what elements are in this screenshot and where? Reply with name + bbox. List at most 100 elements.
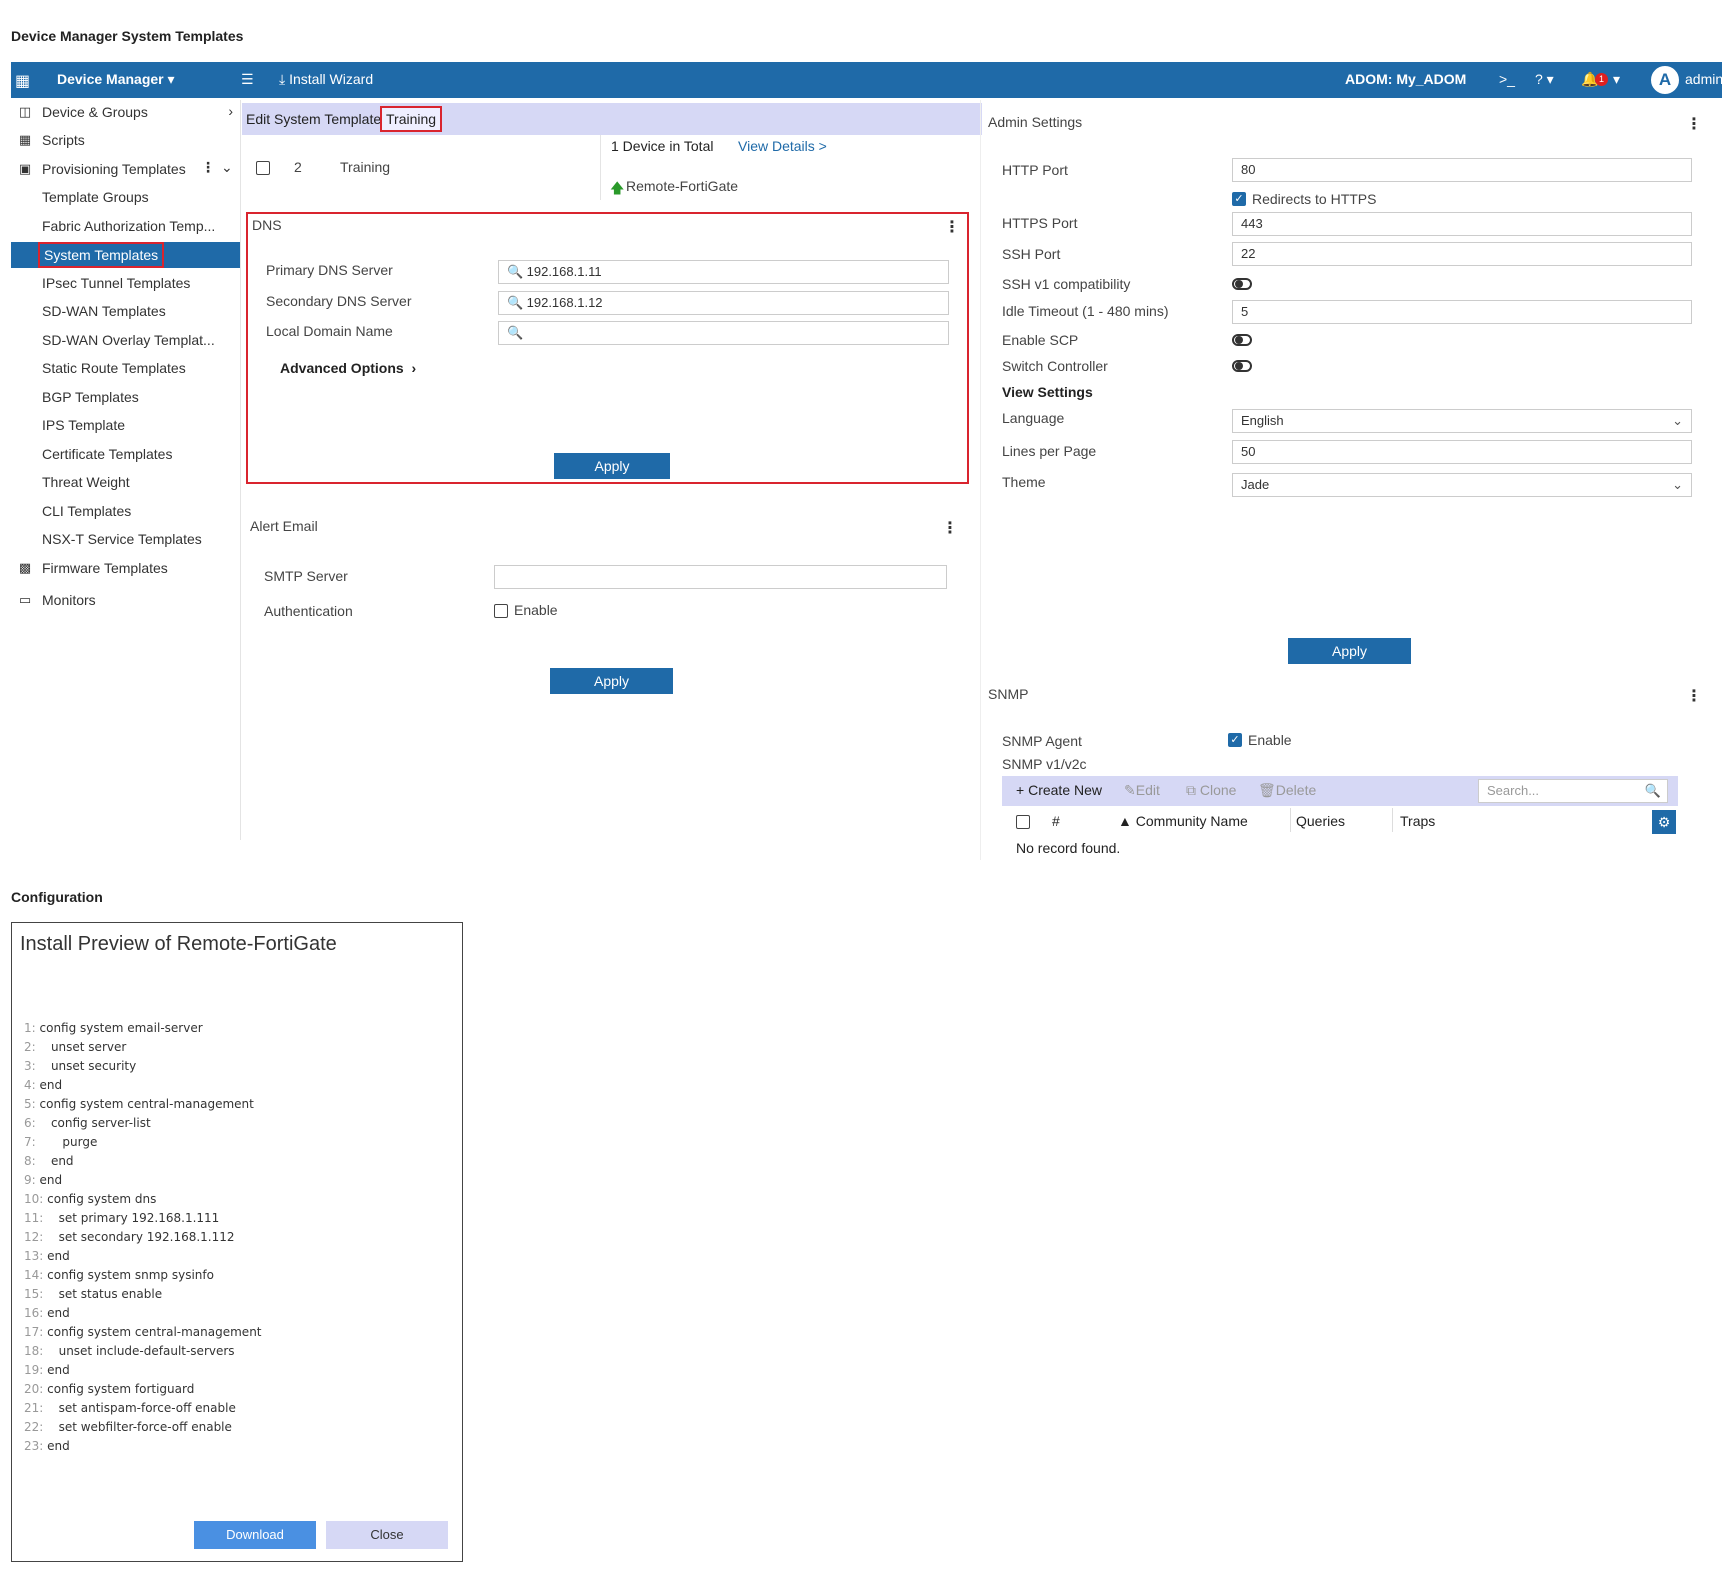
download-button[interactable]: Download [194,1521,316,1549]
idle-timeout-input[interactable]: 5 [1232,300,1692,324]
view-settings-heading: View Settings [1002,384,1093,400]
line-text: config server-list [39,1116,151,1130]
help-icon[interactable]: ? ▾ [1535,71,1554,88]
sidebar-item-static-route[interactable]: Static Route Templates [11,356,241,382]
row-number: 2 [294,159,302,175]
col-community-name[interactable]: ▲ Community Name [1118,813,1248,829]
sidebar-item-sdwan-templates[interactable]: SD-WAN Templates [11,299,241,325]
create-new-button[interactable]: + Create New [1016,782,1102,798]
device-manager-menu[interactable]: Device Manager ▾ [57,71,175,88]
snmp-agent-label: SNMP Agent [1002,733,1082,749]
row-checkbox[interactable] [256,161,270,175]
enable-scp-toggle[interactable] [1232,334,1252,346]
line-text: config system snmp sysinfo [47,1268,214,1282]
http-port-input[interactable]: 80 [1232,158,1692,182]
line-text: set primary 192.168.1.111 [47,1211,220,1225]
lines-per-page-input[interactable]: 50 [1232,440,1692,464]
search-icon: 🔍 [507,264,524,279]
adom-selector[interactable]: ADOM: My_ADOM [1345,71,1466,87]
chevron-down-icon[interactable]: ⌄ [221,159,233,176]
switch-controller-toggle[interactable] [1232,360,1252,372]
line-text: config system fortiguard [47,1382,195,1396]
admin-apply-button[interactable]: Apply [1288,638,1411,664]
avatar[interactable]: A [1651,66,1679,94]
cli-console-icon[interactable]: >_ [1499,71,1515,87]
https-port-label: HTTPS Port [1002,215,1078,231]
config-line: 14: config system snmp sysinfo [24,1268,214,1282]
snmp-agent-checkbox[interactable]: ✓ [1228,733,1242,747]
line-number: 2: [24,1040,40,1054]
sidebar-item-bgp[interactable]: BGP Templates [11,385,241,411]
sidebar-item-sdwan-overlay[interactable]: SD-WAN Overlay Templat... [11,328,241,354]
sidebar-item-template-groups[interactable]: Template Groups [11,185,241,211]
sidebar-item-threat-weight[interactable]: Threat Weight [11,470,241,496]
sidebar-item-scripts[interactable]: ▦ Scripts [11,128,241,154]
sidebar-item-certificate[interactable]: Certificate Templates [11,442,241,468]
admin-kebab-icon[interactable]: ⋮ [1686,114,1702,134]
snmp-search-input[interactable]: Search... 🔍 [1478,779,1668,803]
line-number: 14: [24,1268,48,1282]
install-wizard-button[interactable]: ⤓ Install Wizard [279,71,373,88]
authentication-checkbox[interactable] [494,604,508,618]
dns-apply-button[interactable]: Apply [554,453,670,479]
sidebar-item-cli-templates[interactable]: CLI Templates [11,499,241,525]
close-button[interactable]: Close [326,1521,448,1549]
app-grid-icon[interactable]: ▦ [15,71,30,91]
smtp-server-input[interactable] [494,565,947,589]
line-text: config system email-server [39,1021,203,1035]
line-number: 17: [24,1325,48,1339]
edit-button[interactable]: ✎Edit [1124,782,1160,799]
line-text: set status enable [47,1287,163,1301]
sidebar-item-device-groups[interactable]: ◫ Device & Groups › [11,100,241,126]
config-line: 5: config system central-management [24,1097,254,1111]
device-icon: ◫ [18,104,32,119]
ssh-port-input[interactable]: 22 [1232,242,1692,266]
theme-select[interactable]: Jade ⌄ [1232,473,1692,497]
trash-icon: 🗑 [1258,782,1276,798]
config-line: 23: end [24,1439,70,1453]
view-details-link[interactable]: View Details > [738,138,827,154]
snmp-kebab-icon[interactable]: ⋮ [1686,686,1702,706]
alert-email-kebab-icon[interactable]: ⋮ [942,518,958,538]
device-name[interactable]: Remote-FortiGate [626,178,738,194]
sidebar-item-firmware[interactable]: ▩ Firmware Templates [11,556,241,582]
kebab-icon[interactable]: ⋮ [201,159,215,176]
sidebar-item-fabric-authorization[interactable]: Fabric Authorization Temp... [11,214,241,240]
sidebar-item-nsxt-service[interactable]: NSX-T Service Templates [11,527,241,553]
dns-kebab-icon[interactable]: ⋮ [944,217,960,237]
sidebar-item-provisioning-templates[interactable]: ▣ Provisioning Templates ⋮ ⌄ [11,157,241,183]
local-domain-input[interactable]: 🔍 [498,321,949,345]
line-number: 16: [24,1306,48,1320]
advanced-options-toggle[interactable]: Advanced Options › [280,360,416,376]
top-bar: ▦ Device Manager ▾ ☰ ⤓ Install Wizard AD… [11,62,1722,98]
admin-settings-title: Admin Settings [988,114,1083,130]
delete-button[interactable]: 🗑Delete [1258,782,1316,799]
notification-dropdown-icon[interactable]: ▾ [1613,71,1620,88]
primary-dns-input[interactable]: 🔍 192.168.1.11 [498,260,949,284]
redirect-https-checkbox[interactable]: ✓ [1232,192,1246,206]
line-number: 10: [24,1192,48,1206]
sidebar-divider [240,100,241,840]
alert-email-apply-button[interactable]: Apply [550,668,673,694]
gear-icon[interactable]: ⚙ [1652,810,1676,834]
download-icon: ⤓ [279,71,286,87]
config-line: 4: end [24,1078,62,1092]
https-port-input[interactable]: 443 [1232,212,1692,236]
sidebar-item-system-templates[interactable]: System Templates [11,242,241,268]
line-number: 1: [24,1021,40,1035]
ssh-v1-toggle[interactable] [1232,278,1252,290]
line-text: end [47,1439,70,1453]
sidebar-item-ips[interactable]: IPS Template [11,413,241,439]
config-line: 13: end [24,1249,70,1263]
select-all-checkbox[interactable] [1016,815,1030,829]
username[interactable]: admin [1685,71,1722,87]
firmware-icon: ▩ [18,560,32,575]
line-text: config system dns [47,1192,157,1206]
sidebar-item-monitors[interactable]: ▭ Monitors [11,588,241,614]
language-select[interactable]: English ⌄ [1232,409,1692,433]
clone-button[interactable]: ⧉ Clone [1186,782,1236,799]
search-icon[interactable]: 🔍 [1645,780,1661,802]
secondary-dns-input[interactable]: 🔍 192.168.1.12 [498,291,949,315]
sidebar-item-ipsec-tunnel[interactable]: IPsec Tunnel Templates [11,271,241,297]
menu-icon[interactable]: ☰ [241,71,254,88]
